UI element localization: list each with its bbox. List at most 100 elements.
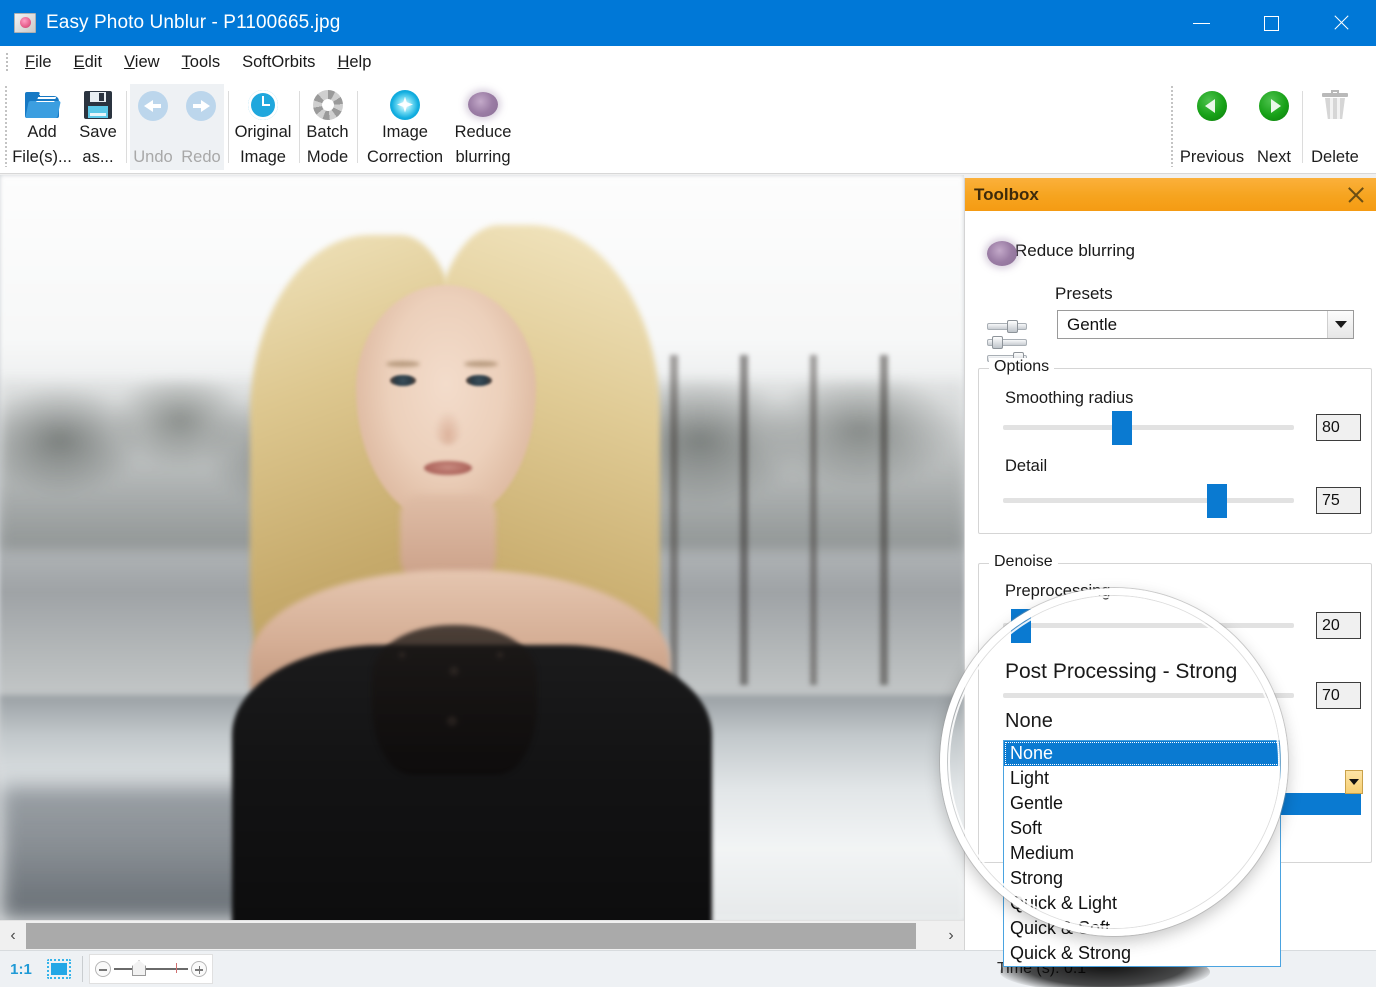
post-processing-dropdown-list[interactable]: None Light Gentle Soft Medium Strong Qui…	[1003, 740, 1281, 967]
dropdown-option-strong[interactable]: Strong	[1004, 866, 1280, 891]
menu-item-help[interactable]: Help	[326, 50, 382, 75]
preprocessing-slider-thumb[interactable]	[1011, 609, 1031, 643]
toolbar-grip-handle[interactable]	[4, 85, 8, 167]
photo-nose	[434, 411, 462, 445]
dropdown-option-none[interactable]: None	[1004, 741, 1280, 766]
reduce-blurring-button[interactable]: Reduce blurring	[444, 84, 522, 170]
smoothing-radius-value[interactable]: 80	[1316, 414, 1361, 441]
save-as-button[interactable]: Save as...	[74, 84, 122, 170]
zoom-slider-track[interactable]	[114, 968, 188, 970]
toolbar-separator-5	[1302, 91, 1303, 163]
add-files-button[interactable]: Add File(s)...	[14, 84, 70, 170]
postprocessing-value[interactable]: 70	[1316, 682, 1361, 709]
toolbox-header: Toolbox	[965, 178, 1376, 211]
scroll-left-button[interactable]: ‹	[0, 921, 26, 951]
maximize-icon	[1264, 16, 1279, 31]
preprocessing-slider-track[interactable]	[1003, 623, 1294, 628]
photo-lace	[372, 625, 537, 775]
zoom-in-button[interactable]	[191, 961, 207, 977]
undo-button[interactable]: Undo	[130, 84, 176, 170]
image-correction-label-line1: Image	[382, 120, 428, 145]
floppy-save-icon	[84, 89, 112, 120]
title-bar: Easy Photo Unblur - P1100665.jpg	[0, 0, 1376, 46]
toolbox-tool-name: Reduce blurring	[1015, 241, 1135, 261]
window-controls	[1166, 0, 1376, 46]
redo-button[interactable]: Redo	[178, 84, 224, 170]
green-right-arrow-icon	[1259, 89, 1289, 123]
image-correction-button[interactable]: Image Correction	[359, 84, 451, 170]
photo-eye-right	[466, 375, 492, 386]
preprocessing-value[interactable]: 20	[1316, 612, 1361, 639]
toolbar-separator-2	[228, 91, 229, 163]
canvas-horizontal-scrollbar[interactable]: ‹ ›	[0, 920, 964, 950]
application-window: Easy Photo Unblur - P1100665.jpg File Ed…	[0, 0, 1376, 987]
batch-mode-button[interactable]: Batch Mode	[301, 84, 354, 170]
scrollbar-track[interactable]	[26, 921, 938, 951]
photo-brow-right	[464, 361, 498, 367]
original-image-label-line2: Image	[240, 145, 286, 170]
trash-icon	[1322, 89, 1348, 123]
scrollbar-thumb[interactable]	[26, 923, 916, 949]
photo-preview	[0, 175, 964, 920]
delete-button[interactable]: Delete	[1304, 84, 1366, 170]
zoom-slider-control[interactable]	[89, 954, 213, 984]
toolbar-grip-handle-right[interactable]	[1170, 85, 1174, 167]
zoom-slider-handle[interactable]	[132, 960, 146, 976]
dropdown-option-light[interactable]: Light	[1004, 766, 1280, 791]
zoom-ratio-button[interactable]: 1:1	[0, 961, 42, 978]
arrow-left-icon	[138, 89, 168, 123]
gear-icon	[313, 89, 343, 120]
image-canvas[interactable]	[0, 175, 964, 920]
dropdown-option-medium[interactable]: Medium	[1004, 841, 1280, 866]
dropdown-option-soft[interactable]: Soft	[1004, 816, 1280, 841]
close-button[interactable]	[1306, 0, 1376, 46]
sparkle-star-icon	[390, 89, 420, 120]
next-button[interactable]: Next	[1248, 84, 1300, 170]
preprocessing-label: Preprocessing	[1005, 582, 1110, 601]
detail-value[interactable]: 75	[1316, 487, 1361, 514]
toolbar-separator-1	[126, 91, 127, 163]
dropdown-option-quick-soft[interactable]: Quick & Soft	[1004, 916, 1280, 941]
menu-item-file[interactable]: File	[14, 50, 63, 75]
menu-item-edit[interactable]: Edit	[63, 50, 113, 75]
reduce-blurring-label-line1: Reduce	[455, 120, 512, 145]
close-icon	[1332, 14, 1350, 32]
arrow-right-icon	[186, 89, 216, 123]
fit-to-window-button[interactable]	[42, 959, 76, 979]
dropdown-option-quick-strong[interactable]: Quick & Strong	[1004, 941, 1280, 966]
redo-label: Redo	[181, 145, 220, 170]
folder-open-icon	[25, 89, 59, 120]
toolbar-separator-4	[357, 91, 358, 163]
next-label: Next	[1257, 145, 1291, 170]
batch-mode-label-line2: Mode	[307, 145, 348, 170]
dropdown-scroll-down-button[interactable]	[1345, 770, 1363, 794]
presets-combobox[interactable]: Gentle	[1057, 310, 1354, 339]
menu-grip-handle[interactable]	[5, 52, 9, 72]
menu-item-softorbits[interactable]: SoftOrbits	[231, 50, 326, 75]
maximize-button[interactable]	[1236, 0, 1306, 46]
delete-label: Delete	[1311, 145, 1359, 170]
postprocessing-slider-track[interactable]	[1003, 693, 1294, 698]
zoom-out-button[interactable]	[95, 961, 111, 977]
original-image-button[interactable]: Original Image	[230, 84, 296, 170]
photo-eye-left	[390, 375, 416, 386]
original-image-label-line1: Original	[235, 120, 292, 145]
menu-item-view[interactable]: View	[113, 50, 170, 75]
toolbox-close-icon[interactable]	[1346, 185, 1366, 205]
smoothing-radius-slider-thumb[interactable]	[1112, 411, 1132, 445]
previous-button[interactable]: Previous	[1178, 84, 1246, 170]
photo-face	[356, 285, 536, 520]
menu-item-tools[interactable]: Tools	[171, 50, 232, 75]
minimize-button[interactable]	[1166, 0, 1236, 46]
green-left-arrow-icon	[1197, 89, 1227, 123]
presets-dropdown-arrow-button[interactable]	[1327, 311, 1353, 338]
undo-label: Undo	[133, 145, 172, 170]
save-as-label-line2: as...	[82, 145, 113, 170]
dropdown-option-quick-light[interactable]: Quick & Light	[1004, 891, 1280, 916]
smoothing-radius-slider-track[interactable]	[1003, 425, 1294, 430]
detail-slider-thumb[interactable]	[1207, 484, 1227, 518]
detail-slider-track[interactable]	[1003, 498, 1294, 503]
dropdown-option-gentle[interactable]: Gentle	[1004, 791, 1280, 816]
add-files-label-line1: Add	[27, 120, 56, 145]
scroll-right-button[interactable]: ›	[938, 921, 964, 951]
